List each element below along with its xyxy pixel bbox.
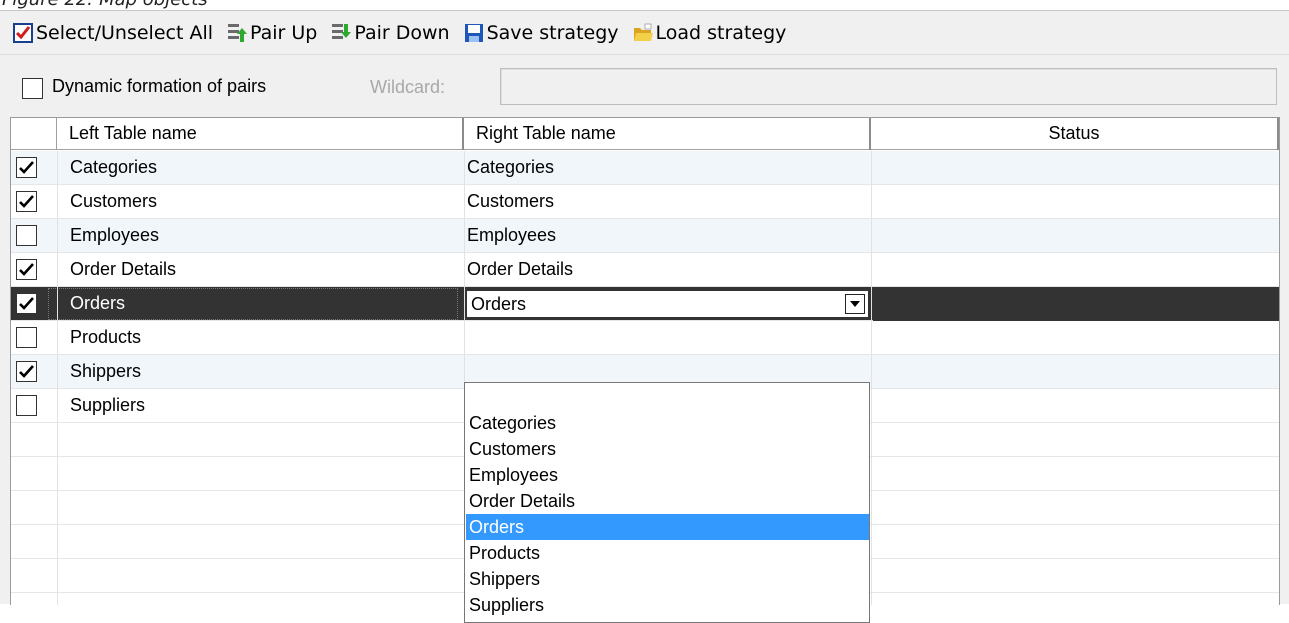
pair-down-button[interactable]: Pair Down	[330, 18, 450, 48]
dropdown-option[interactable]: Suppliers	[466, 592, 869, 618]
table-row[interactable]: Orders Orders	[11, 287, 1279, 321]
select-unselect-all-button[interactable]: Select/Unselect All	[12, 18, 213, 48]
left-table-name-cell[interactable]: Order Details	[57, 253, 176, 287]
save-strategy-button[interactable]: Save strategy	[463, 18, 619, 48]
right-table-dropdown-list[interactable]: Categories Customers Employees Order Detail…	[464, 382, 870, 623]
pair-down-icon	[330, 22, 352, 44]
left-table-name-cell[interactable]: Categories	[57, 151, 157, 185]
chevron-down-icon	[850, 301, 860, 307]
right-table-name-cell[interactable]	[454, 321, 467, 355]
dropdown-option[interactable]: Customers	[466, 436, 869, 462]
right-table-name-cell[interactable]: Order Details	[454, 253, 573, 287]
dynamic-formation-label: Dynamic formation of pairs	[52, 76, 267, 96]
right-table-combobox[interactable]: Orders	[466, 290, 869, 318]
left-table-name-cell[interactable]: Products	[57, 321, 141, 355]
dropdown-option[interactable]	[466, 384, 869, 410]
left-table-name-cell[interactable]: Customers	[57, 185, 157, 219]
dropdown-option[interactable]: Order Details	[466, 488, 869, 514]
grid-header: Left Table name Right Table name Status	[11, 118, 1279, 150]
row-checkbox[interactable]	[16, 293, 37, 314]
dropdown-option[interactable]: Categories	[466, 410, 869, 436]
status-cell	[871, 219, 884, 253]
map-objects-panel: Dynamic formation of pairs Wildcard: Lef…	[0, 54, 1289, 623]
pair-up-button[interactable]: Pair Up	[226, 18, 317, 48]
left-table-name-cell[interactable]: Employees	[57, 219, 159, 253]
left-table-name-cell[interactable]: Shippers	[57, 355, 141, 389]
toolbar: Select/Unselect All Pair Up Pair Down Sa…	[0, 10, 1289, 54]
row-checkbox[interactable]	[16, 327, 37, 348]
right-table-name-cell[interactable]: Employees	[454, 219, 556, 253]
dropdown-option[interactable]: Products	[466, 540, 869, 566]
row-checkbox[interactable]	[16, 191, 37, 212]
header-right-table-name[interactable]: Right Table name	[464, 118, 871, 150]
wildcard-input[interactable]	[500, 68, 1277, 105]
row-checkbox[interactable]	[16, 395, 37, 416]
table-row[interactable]: Order Details Order Details	[11, 253, 1279, 287]
save-strategy-label: Save strategy	[486, 21, 619, 44]
status-cell	[871, 389, 884, 423]
select-unselect-all-label: Select/Unselect All	[36, 21, 214, 44]
row-checkbox[interactable]	[16, 225, 37, 246]
dynamic-formation-checkbox[interactable]	[22, 78, 43, 99]
options-row: Dynamic formation of pairs Wildcard:	[0, 55, 1289, 115]
status-cell	[871, 253, 884, 287]
table-row[interactable]: Categories Categories	[11, 151, 1279, 185]
status-cell	[871, 355, 884, 389]
pair-up-icon	[226, 22, 248, 44]
checkbox-checked-icon	[12, 22, 34, 44]
column-divider	[57, 151, 58, 605]
dropdown-option[interactable]: Shippers	[466, 566, 869, 592]
pair-up-label: Pair Up	[250, 21, 318, 44]
status-cell	[871, 321, 884, 355]
dropdown-option[interactable]: Employees	[466, 462, 869, 488]
load-strategy-label: Load strategy	[655, 21, 787, 44]
right-table-name-cell[interactable]: Customers	[454, 185, 554, 219]
status-cell	[871, 151, 884, 185]
column-divider	[871, 151, 872, 605]
table-row[interactable]: Employees Employees	[11, 219, 1279, 253]
left-table-name-cell[interactable]: Suppliers	[57, 389, 145, 423]
table-row[interactable]: Customers Customers	[11, 185, 1279, 219]
row-checkbox[interactable]	[16, 361, 37, 382]
load-strategy-button[interactable]: Load strategy	[632, 18, 787, 48]
status-cell	[873, 287, 1279, 321]
save-icon	[463, 22, 485, 44]
header-status[interactable]: Status	[871, 118, 1279, 150]
focus-outline	[48, 288, 458, 320]
row-checkbox[interactable]	[16, 157, 37, 178]
header-left-table-name[interactable]: Left Table name	[57, 118, 464, 150]
header-checkbox-column	[11, 118, 57, 150]
combobox-value: Orders	[471, 294, 527, 314]
status-cell	[871, 185, 884, 219]
open-folder-icon	[632, 22, 654, 44]
right-table-name-cell[interactable]: Categories	[454, 151, 554, 185]
dropdown-option[interactable]: Orders	[466, 514, 869, 540]
pair-down-label: Pair Down	[354, 21, 450, 44]
row-checkbox[interactable]	[16, 259, 37, 280]
table-row[interactable]: Products	[11, 321, 1279, 355]
dropdown-arrow-button[interactable]	[845, 294, 865, 314]
wildcard-label: Wildcard:	[370, 77, 446, 97]
